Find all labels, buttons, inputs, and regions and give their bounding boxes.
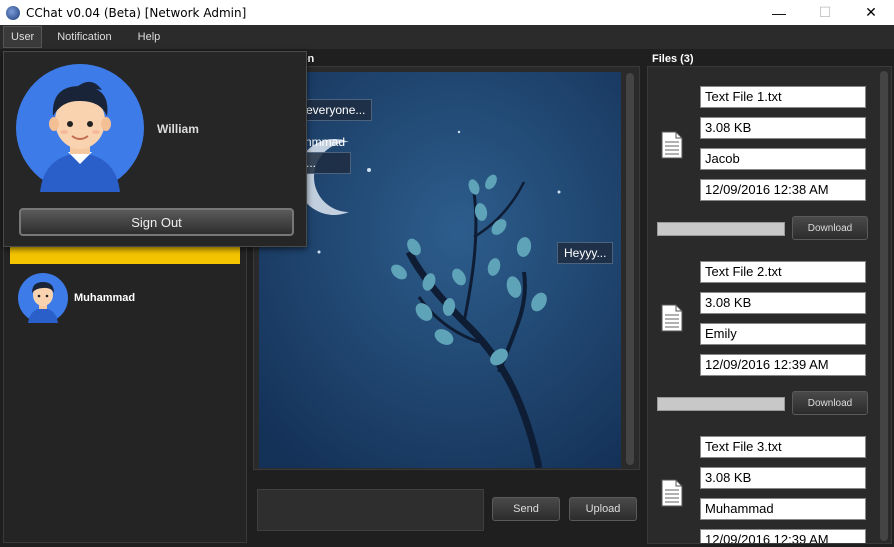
file-size-field[interactable]: 3.08 KB [700,117,866,139]
document-icon [661,304,683,332]
message-bubble: everyone... [299,99,373,121]
upload-button[interactable]: Upload [569,497,637,521]
file-date-field[interactable]: 12/09/2016 12:39 AM [700,529,866,543]
document-icon [661,479,683,507]
menu-user[interactable]: User [3,26,43,48]
download-progress-bar [657,222,785,236]
window-title: CChat v0.04 (Beta) [Network Admin] [26,5,247,20]
send-button[interactable]: Send [492,497,560,521]
file-name-field[interactable]: Text File 3.txt [700,436,866,458]
file-date-field[interactable]: 12/09/2016 12:38 AM [700,179,866,201]
document-icon [661,131,683,159]
menu-bar: User Notification Help [0,25,894,49]
file-size-field[interactable]: 3.08 KB [700,292,866,314]
file-sender-field[interactable]: Jacob [700,148,866,170]
message-input[interactable] [257,489,484,531]
cchat-logo-icon [6,5,20,20]
file-date-field[interactable]: 12/09/2016 12:39 AM [700,354,866,376]
menu-help[interactable]: Help [127,26,172,48]
user-avatar-icon [16,64,144,192]
chat-background: everyone... nmmad ... Heyyy... [259,72,621,468]
chat-scrollbar[interactable] [626,73,634,465]
file-size-field[interactable]: 3.08 KB [700,467,866,489]
minimize-button[interactable]: — [756,0,802,25]
download-progress-bar [657,397,785,411]
files-scrollbar[interactable] [880,71,888,541]
title-bar: CChat v0.04 (Beta) [Network Admin] — ☐ ✕ [0,0,894,25]
chat-area: everyone... nmmad ... Heyyy... [253,66,640,470]
user-avatar-icon [18,273,68,323]
close-button[interactable]: ✕ [848,0,894,25]
file-sender-field[interactable]: Muhammad [700,498,866,520]
menu-notification[interactable]: Notification [46,26,122,48]
file-name-field[interactable]: Text File 2.txt [700,261,866,283]
user-menu-popup: William Sign Out [3,51,307,247]
files-header-label: Files (3) [652,53,694,65]
message-bubble: Heyyy... [557,242,614,264]
user-name: William [157,122,199,136]
download-button[interactable]: Download [792,216,868,240]
sign-out-button[interactable]: Sign Out [19,208,294,236]
maximize-button[interactable]: ☐ [802,0,848,25]
window-controls: — ☐ ✕ [756,0,894,25]
file-name-field[interactable]: Text File 1.txt [700,86,866,108]
contact-name: Muhammad [74,292,136,304]
contact-item-muhammad[interactable]: Muhammad [18,273,135,323]
file-sender-field[interactable]: Emily [700,323,866,345]
download-button[interactable]: Download [792,391,868,415]
files-panel: Text File 1.txt 3.08 KB Jacob 12/09/2016… [647,66,892,544]
